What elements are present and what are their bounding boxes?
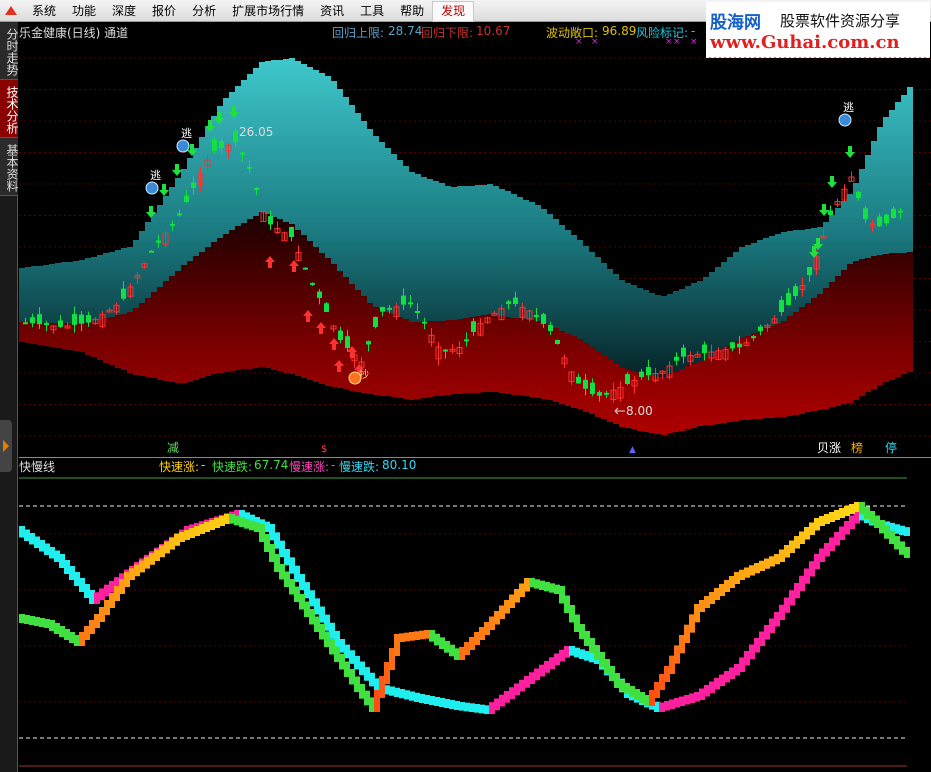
escape-label: 逃 xyxy=(150,169,161,182)
menu-item-5[interactable]: 扩展市场行情 xyxy=(224,0,312,22)
side-tabs: 分时走势 技术分析 基本资料 xyxy=(0,22,19,772)
risk-label: 风险标记: xyxy=(636,26,689,40)
candle xyxy=(555,339,560,345)
slow-down-value: 80.10 xyxy=(382,458,417,472)
sell-arrow-icon xyxy=(159,184,169,196)
tab-intraday[interactable]: 分时走势 xyxy=(0,22,19,80)
slow-line xyxy=(19,510,910,714)
reduce-label: 减 xyxy=(167,441,179,455)
chart-title: 乐金健康(日线) 通道 xyxy=(19,26,129,40)
sell-arrow-icon xyxy=(845,146,855,158)
candle xyxy=(848,171,855,182)
main-chart-header: 乐金健康(日线) 通道 回归上限: 28.74 回归下限: 10.67 波动敞口… xyxy=(19,24,709,40)
menu-items: 系统 功能 深度 报价 分析 扩展市场行情 资讯 工具 帮助 发现 xyxy=(24,0,475,22)
tab-technical[interactable]: 技术分析 xyxy=(0,80,19,138)
slow-down-label: 慢速跌: xyxy=(339,460,380,474)
menu-item-7[interactable]: 工具 xyxy=(352,0,392,22)
sell-arrow-icon xyxy=(172,164,182,176)
lower-limit-label: 回归下限: xyxy=(421,26,474,40)
candle xyxy=(828,205,833,216)
main-chart-panel[interactable]: 逃逃逃抄 26.05 8.00 × × × × × 减 $ ▲ 贝涨榜停 乐金健康(日线) 通道 回归… xyxy=(19,22,931,458)
sell-mark-icon: $ xyxy=(321,444,327,455)
escape-ball-icon xyxy=(176,139,190,153)
candle xyxy=(373,316,378,329)
bottom-label-stop: 停 xyxy=(885,440,897,455)
menu-item-4[interactable]: 分析 xyxy=(184,0,224,22)
escape-ball-icon xyxy=(145,181,159,195)
candle xyxy=(834,198,841,208)
high-price-label: 26.05 xyxy=(239,125,273,139)
collapse-arrow-icon[interactable] xyxy=(0,420,12,472)
sell-arrow-icon xyxy=(819,204,829,216)
wave-label: 波动敞口: xyxy=(546,26,599,40)
wave-value: 96.89 xyxy=(602,24,637,38)
upper-limit-value: 28.74 xyxy=(388,24,423,38)
tab-fundamentals[interactable]: 基本资料 xyxy=(0,138,19,196)
fast-slow-line-chart xyxy=(19,477,910,767)
menu-item-6[interactable]: 资讯 xyxy=(312,0,352,22)
kline-channel-chart: 逃逃逃抄26.058.00× × × × ×减 $ ▲ 贝涨榜停 xyxy=(19,37,931,455)
menu-item-0[interactable]: 系统 xyxy=(24,0,64,22)
escape-ball-icon xyxy=(838,113,852,127)
candle xyxy=(324,301,329,313)
menu-item-1[interactable]: 功能 xyxy=(64,0,104,22)
risk-value: - xyxy=(691,24,696,38)
candle xyxy=(841,184,848,202)
bottom-label-board: 榜 xyxy=(851,440,863,455)
menu-item-3[interactable]: 报价 xyxy=(144,0,184,22)
menu-item-8[interactable]: 帮助 xyxy=(392,0,432,22)
lower-limit-value: 10.67 xyxy=(476,24,511,38)
escape-label: 逃 xyxy=(181,127,192,140)
fast-up-label: 快速涨: xyxy=(159,460,200,474)
hand-label: 抄 xyxy=(359,368,369,381)
slow-up-value: - xyxy=(331,458,336,472)
app-logo-icon xyxy=(5,6,17,15)
candle xyxy=(303,267,308,271)
menu-item-discover[interactable]: 发现 xyxy=(432,1,475,22)
fast-down-value: 67.74 xyxy=(254,458,289,472)
bottom-label-rise: 贝涨 xyxy=(817,440,841,455)
oscillator-header: 快慢线 快速涨: - 快速跌: 67.74 慢速涨: - 慢速跌: 80.10 xyxy=(19,458,539,474)
sell-arrow-icon xyxy=(827,176,837,188)
buy-mark-icon: ▲ xyxy=(629,445,636,455)
fast-up-value: - xyxy=(201,458,206,472)
osc-title: 快慢线 xyxy=(19,460,56,474)
slow-up-label: 慢速涨: xyxy=(289,460,330,474)
candle xyxy=(625,372,630,386)
upper-limit-label: 回归上限: xyxy=(332,26,385,40)
fast-down-label: 快速跌: xyxy=(212,460,253,474)
low-price-label: 8.00 xyxy=(626,404,653,418)
escape-label: 逃 xyxy=(843,101,854,114)
oscillator-panel[interactable]: 快慢线 快速涨: - 快速跌: 67.74 慢速涨: - 慢速跌: 80.10 xyxy=(19,458,931,772)
menu-item-2[interactable]: 深度 xyxy=(104,0,144,22)
